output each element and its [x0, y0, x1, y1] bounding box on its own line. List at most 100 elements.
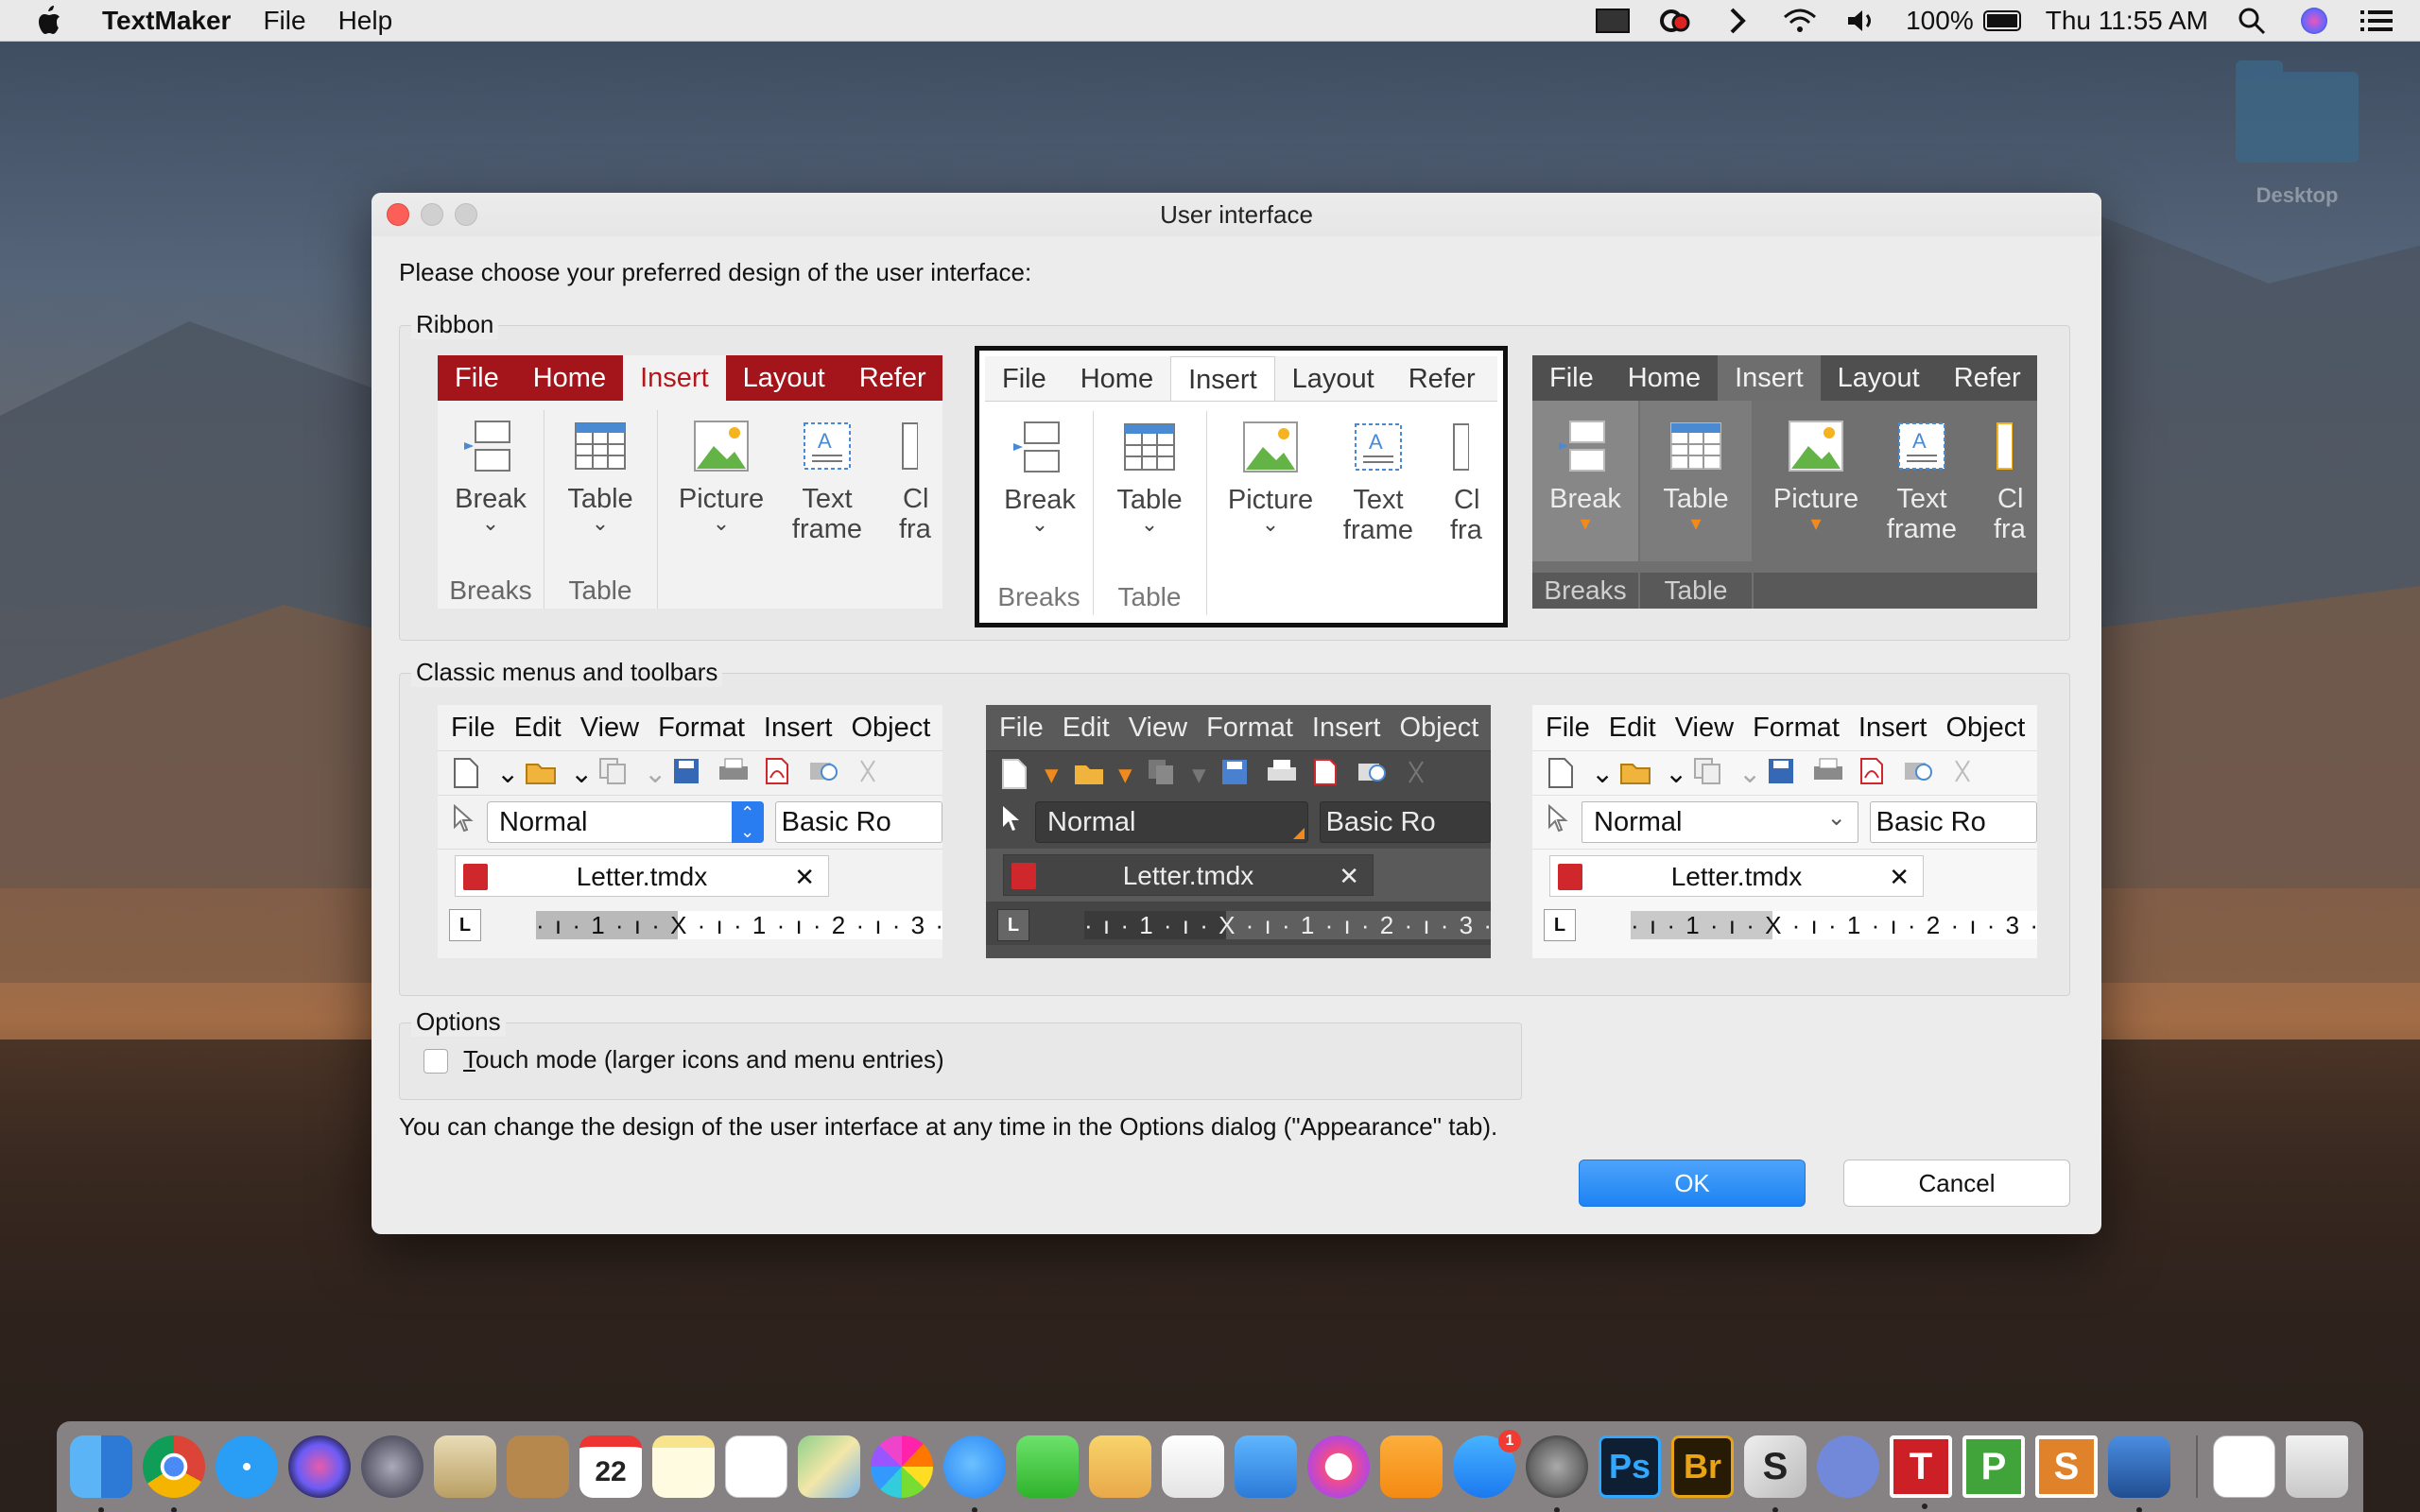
tab-file: File — [1002, 364, 1046, 394]
style-dropdown: Normal — [1035, 801, 1308, 843]
classic-toolbar: ▾ ▾ ▾ — [986, 750, 1491, 796]
apple-icon[interactable] — [34, 0, 76, 42]
doc-tab-label: Letter.tmdx — [1670, 861, 1803, 891]
spotlight-search-icon[interactable] — [2233, 7, 2271, 35]
chevron-right-icon[interactable] — [1719, 7, 1756, 35]
keynote-icon[interactable] — [1235, 1435, 1297, 1498]
style-value: Normal — [1594, 807, 1683, 837]
calendar-icon[interactable]: 22 — [579, 1435, 642, 1498]
close-button[interactable] — [387, 203, 409, 226]
new-document-icon — [451, 757, 485, 789]
print-preview-icon — [1357, 758, 1391, 790]
pages-icon[interactable] — [1089, 1435, 1151, 1498]
notes-icon[interactable] — [652, 1435, 715, 1498]
cancel-button[interactable]: Cancel — [1843, 1160, 2070, 1207]
system-preferences-icon[interactable] — [1526, 1435, 1588, 1512]
menu-bar: TextMaker File Help 100% Thu 11:55 AM — [0, 0, 2420, 42]
battery-icon[interactable] — [1982, 7, 2021, 35]
table-button: Table ▾ — [1640, 401, 1752, 561]
battery-percent[interactable]: 100% — [1906, 6, 1974, 36]
ok-button[interactable]: OK — [1579, 1160, 1806, 1207]
touch-mode-checkbox[interactable] — [424, 1049, 448, 1074]
classic-toolbar: ⌄ ⌄ ⌄ — [1532, 750, 2037, 796]
chrome-icon[interactable] — [143, 1435, 205, 1512]
chevron-down-icon: ▾ — [1045, 759, 1059, 790]
textmaker-icon[interactable]: T — [1890, 1435, 1952, 1509]
ibooks-icon[interactable] — [1380, 1435, 1443, 1498]
ribbon-red-option[interactable]: File Home Insert Layout Refer Break ⌄ Tab… — [438, 355, 942, 609]
reminders-icon[interactable] — [725, 1435, 787, 1498]
mail-icon[interactable] — [434, 1435, 496, 1498]
photoshop-icon[interactable]: Ps — [1599, 1435, 1661, 1498]
app-store-icon[interactable]: 1 — [1453, 1430, 1521, 1498]
text-frame-button: A Text frame — [780, 418, 874, 544]
photos-icon[interactable] — [871, 1435, 933, 1498]
options-group-label: Options — [411, 1007, 506, 1037]
print-preview-icon — [808, 757, 842, 789]
app-menu[interactable]: TextMaker — [102, 6, 231, 36]
ribbon-light-option-selected[interactable]: File Home Insert Layout Refer Break ⌄ Tab… — [975, 346, 1508, 627]
notification-center-icon[interactable] — [2358, 7, 2395, 35]
siri-icon[interactable] — [2295, 7, 2333, 35]
svg-text:A: A — [1912, 429, 1927, 453]
dock-divider — [2196, 1435, 2198, 1498]
break-button: Break ⌄ — [443, 418, 538, 534]
tab-insert: Insert — [1718, 355, 1821, 401]
touch-mode-text: ouch mode (larger icons and menu entries… — [475, 1045, 944, 1074]
table-label: Table — [1116, 485, 1183, 515]
classic-formatbar: Normal ⌃ ⌄ Basic Ro — [438, 796, 942, 849]
volume-icon[interactable] — [1843, 7, 1881, 35]
messages-icon[interactable] — [943, 1435, 1006, 1512]
classic-dark-option[interactable]: File Edit View Format Insert Object ▾ ▾ … — [986, 705, 1491, 958]
discord-icon[interactable] — [1817, 1435, 1879, 1498]
display-icon[interactable] — [1594, 7, 1632, 35]
desktop-folder[interactable]: Desktop — [2231, 60, 2363, 208]
menu-file: File — [451, 712, 495, 743]
stepper-icon: ⌃ ⌄ — [731, 801, 764, 843]
chevron-down-icon: ▾ — [1580, 511, 1591, 535]
running-indicator — [2136, 1507, 2142, 1512]
copy-icon — [1147, 758, 1181, 790]
classic-formatbar: Normal Basic Ro — [986, 796, 1491, 849]
ribbon-group-label: Ribbon — [411, 310, 499, 339]
chevron-down-icon: ⌄ — [644, 759, 667, 789]
help-menu[interactable]: Help — [338, 6, 393, 36]
chevron-down-icon: ▾ — [1192, 759, 1206, 790]
close-icon: ✕ — [794, 862, 815, 891]
wifi-icon[interactable] — [1781, 7, 1819, 35]
facetime-icon[interactable] — [1016, 1435, 1079, 1498]
documents-stack-icon[interactable] — [2213, 1435, 2275, 1498]
group-table: Table — [568, 576, 632, 605]
classic-flat-option[interactable]: File Edit View Format Insert Object ⌄ ⌄ … — [1532, 705, 2037, 958]
picture-icon — [1788, 418, 1844, 474]
maps-icon[interactable] — [798, 1435, 860, 1498]
clock[interactable]: Thu 11:55 AM — [2046, 6, 2208, 36]
clip-label-1: Cl — [1454, 485, 1480, 515]
pdf-icon — [1311, 758, 1345, 790]
planmaker-icon[interactable]: S — [2035, 1435, 2098, 1498]
screen-sharing-icon[interactable] — [2108, 1435, 2170, 1512]
touch-mode-label[interactable]: Touch mode (larger icons and menu entrie… — [463, 1045, 944, 1074]
itunes-icon[interactable] — [1307, 1435, 1370, 1498]
chevron-down-icon: ⌄ — [1826, 805, 1846, 831]
trash-icon[interactable] — [2286, 1435, 2348, 1498]
finder-icon[interactable] — [70, 1435, 132, 1512]
numbers-icon[interactable] — [1162, 1435, 1224, 1498]
ribbon-dark-option[interactable]: File Home Insert Layout Refer Break ▾ Tab… — [1532, 355, 2037, 609]
creative-cloud-icon[interactable] — [1656, 7, 1694, 35]
presentations-icon[interactable]: P — [1962, 1435, 2025, 1498]
group-table: Table — [1640, 573, 1752, 609]
contacts-icon[interactable] — [507, 1435, 569, 1498]
bridge-icon[interactable]: Br — [1671, 1435, 1734, 1498]
launchpad-icon[interactable] — [361, 1435, 424, 1498]
pointer-icon — [1546, 803, 1568, 840]
copy-icon — [598, 757, 632, 789]
file-menu[interactable]: File — [263, 6, 305, 36]
safari-icon[interactable] — [216, 1435, 278, 1498]
siri-dock-icon[interactable] — [288, 1435, 351, 1498]
classic-light-option[interactable]: File Edit View Format Insert Object ⌄ ⌄ … — [438, 705, 942, 958]
classic-ruler-bar: L · ı · 1 · ı · X · ı · 1 · ı · 2 · ı · … — [1532, 902, 2037, 945]
doc-tab: Letter.tmdx ✕ — [1549, 854, 1924, 897]
slack-like-icon[interactable]: S — [1744, 1435, 1806, 1512]
break-label: Break — [455, 484, 527, 514]
